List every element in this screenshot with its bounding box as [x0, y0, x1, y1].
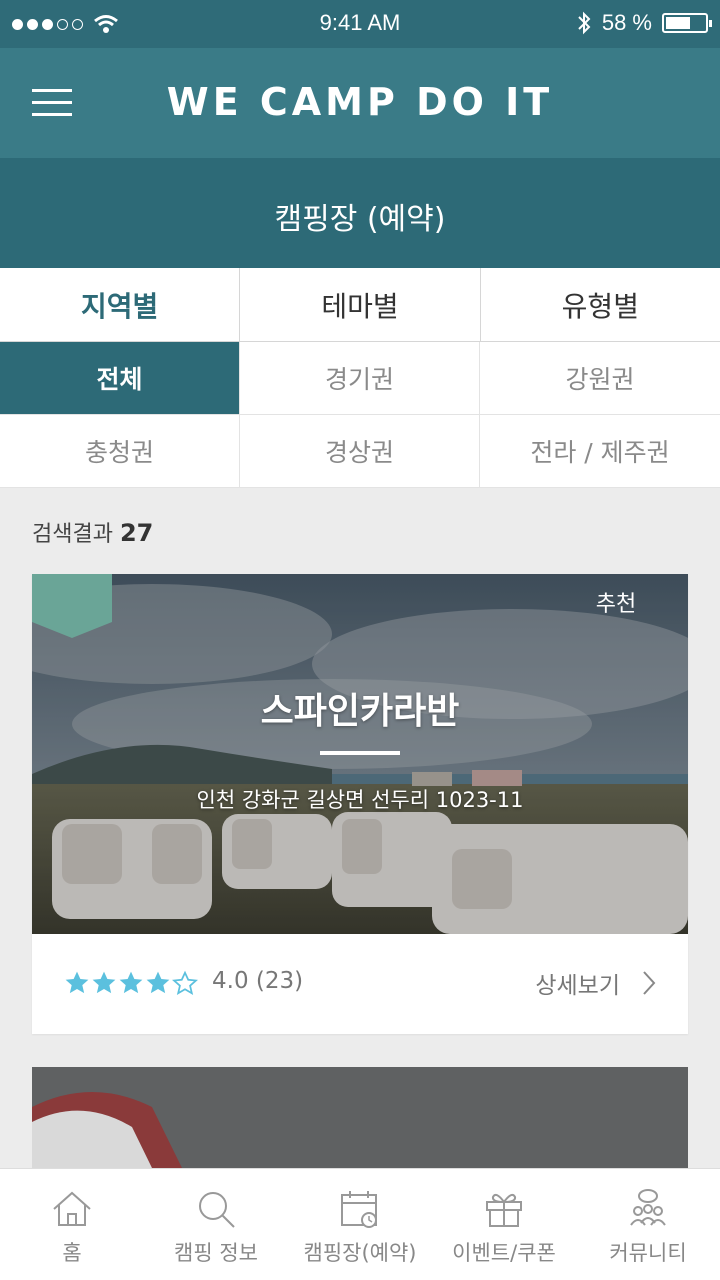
battery-icon	[662, 13, 712, 33]
nav-event-coupon-label: 이벤트/쿠폰	[452, 1241, 556, 1265]
filter-tabs: 지역별 테마별 유형별	[0, 268, 720, 342]
tab-theme[interactable]: 테마별	[240, 268, 481, 341]
campsite-photo: 추천 스파인카라반 인천 강화군 길상면 선두리 1023-11	[32, 574, 688, 934]
detail-label: 상세보기	[535, 973, 620, 999]
star-empty-icon	[172, 970, 198, 996]
calendar-icon	[341, 1191, 377, 1228]
card-footer: 4.0 (23) 상세보기	[32, 934, 688, 1034]
nav-home[interactable]: 홈	[0, 1169, 144, 1280]
campsite-name: 스파인카라반	[260, 691, 460, 732]
page-title-bar: 캠핑장 (예약)	[0, 158, 720, 268]
nav-camping-info[interactable]: 캠핑 정보	[144, 1169, 288, 1280]
community-icon	[630, 1189, 666, 1226]
recommend-badge	[32, 574, 112, 638]
region-gyeongsang[interactable]: 경상권	[240, 415, 480, 488]
gift-icon	[486, 1193, 522, 1227]
region-all[interactable]: 전체	[0, 342, 240, 415]
bottom-navigation: 홈 캠핑 정보 캠핑장(예약) 이벤트/쿠폰 커뮤니티	[0, 1168, 720, 1280]
search-icon	[199, 1192, 235, 1228]
campsite-address: 인천 강화군 길상면 선두리 1023-11	[196, 788, 524, 812]
nav-camping-info-label: 캠핑 정보	[174, 1241, 258, 1265]
tab-type[interactable]: 유형별	[481, 268, 720, 341]
nav-campsite-reservation-label: 캠핑장(예약)	[303, 1241, 417, 1265]
recommend-badge-label: 추천	[595, 592, 637, 617]
rating-text: 4.0 (23)	[212, 968, 304, 994]
campsite-card-next[interactable]	[32, 1067, 688, 1168]
app-header: WE CAMP DO IT	[0, 48, 720, 158]
region-jeolla-jeju[interactable]: 전라 / 제주권	[480, 415, 720, 488]
bluetooth-icon	[578, 11, 591, 35]
star-filled-icon	[65, 971, 89, 994]
chevron-right-icon	[643, 971, 656, 995]
region-filter-grid: 전체 경기권 강원권 충청권 경상권 전라 / 제주권	[0, 342, 720, 488]
star-filled-icon	[146, 971, 170, 994]
result-label: 검색결과	[32, 522, 113, 547]
result-count: 27	[119, 519, 154, 547]
status-right: 58 %	[576, 10, 712, 36]
page-title: 캠핑장 (예약)	[274, 202, 446, 237]
nav-home-label: 홈	[62, 1241, 82, 1265]
nav-community[interactable]: 커뮤니티	[576, 1169, 720, 1280]
nav-campsite-reservation[interactable]: 캠핑장(예약)	[288, 1169, 432, 1280]
region-gangwon[interactable]: 강원권	[480, 342, 720, 415]
nav-event-coupon[interactable]: 이벤트/쿠폰	[432, 1169, 576, 1280]
nav-community-label: 커뮤니티	[609, 1241, 687, 1265]
region-gyeonggi[interactable]: 경기권	[240, 342, 480, 415]
campsite-photo-next	[32, 1067, 688, 1168]
home-icon	[53, 1191, 91, 1226]
status-bar: 9:41 AM 58 %	[0, 0, 720, 48]
search-result-count: 검색결과 27	[32, 516, 153, 548]
star-filled-icon	[92, 971, 116, 994]
campsite-card[interactable]: 추천 스파인카라반 인천 강화군 길상면 선두리 1023-11 4.0 (23…	[32, 574, 688, 1034]
title-divider	[320, 751, 400, 755]
region-chungcheong[interactable]: 충청권	[0, 415, 240, 488]
app-title: WE CAMP DO IT	[166, 80, 554, 124]
detail-link[interactable]: 상세보기	[535, 966, 656, 1000]
battery-percent: 58 %	[601, 10, 652, 35]
tab-region[interactable]: 지역별	[0, 268, 241, 341]
star-rating	[64, 970, 198, 996]
star-filled-icon	[119, 971, 143, 994]
